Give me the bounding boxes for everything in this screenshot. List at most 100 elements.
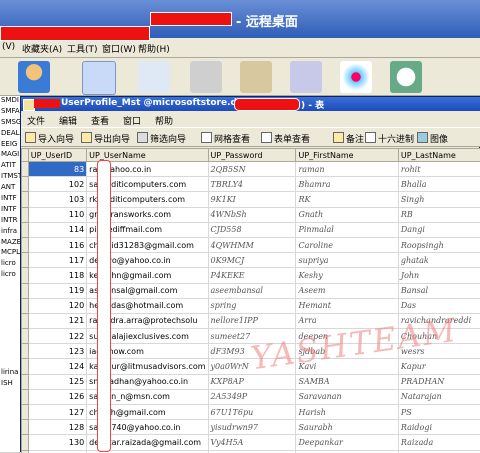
row-selector[interactable] <box>22 405 29 420</box>
cell-last-name[interactable]: PS <box>398 405 480 420</box>
cell-password[interactable]: 2A5349P <box>208 389 296 404</box>
tree-item[interactable] <box>0 314 21 325</box>
cell-password[interactable]: spring <box>208 298 296 313</box>
table-row[interactable]: 125sm@adhan@yahoo.co.inKXP8APSAMBAPRADHA… <box>22 374 480 389</box>
tree-item[interactable] <box>0 292 21 303</box>
menu-edit[interactable]: 编辑 <box>59 114 77 127</box>
cell-password[interactable]: 0K9MCJ <box>208 253 296 268</box>
cell-last-name[interactable]: Das <box>398 298 480 313</box>
menu-favorites[interactable]: 收藏夹(A) <box>22 42 62 55</box>
cell-password[interactable]: 4WNbSh <box>208 207 296 222</box>
table-row[interactable]: 127ch@sh@gmail.com67U1T6puHarishPS <box>22 405 480 420</box>
menu-view[interactable]: (V) <box>2 42 15 52</box>
cell-user-id[interactable]: 116 <box>28 237 86 252</box>
table-row[interactable]: 102sa@aditicomputers.comTBRLY4BhamraBhal… <box>22 177 480 192</box>
report-icon[interactable] <box>240 61 272 93</box>
tree-item[interactable]: DEAL <box>0 129 21 140</box>
row-selector[interactable] <box>22 420 29 435</box>
cell-user-id[interactable]: 130 <box>28 435 86 450</box>
row-selector[interactable] <box>22 237 29 252</box>
cell-user-id[interactable]: 127 <box>28 405 86 420</box>
tree-item[interactable] <box>0 357 21 368</box>
cell-password[interactable]: 9K1KI <box>208 192 296 207</box>
view-icon[interactable] <box>138 61 170 93</box>
tree-item[interactable] <box>0 336 21 347</box>
row-selector[interactable] <box>22 329 29 344</box>
menu-window[interactable]: 窗口(W) <box>102 42 136 55</box>
table-row[interactable]: 110gn@transworks.com4WNbShGnathRB <box>22 207 480 222</box>
row-selector[interactable] <box>22 162 29 177</box>
tree-item[interactable]: INTF <box>0 205 21 216</box>
cell-user-id[interactable]: 122 <box>28 329 86 344</box>
cell-last-name[interactable]: PRADHAN <box>398 374 480 389</box>
backup-icon[interactable] <box>290 61 322 93</box>
tree-item[interactable]: MCPL <box>0 248 21 259</box>
cell-password[interactable]: yisudrwn97 <box>208 420 296 435</box>
row-selector[interactable] <box>22 435 29 450</box>
tree-item[interactable]: INTF <box>0 194 21 205</box>
column-header[interactable]: UP_UserID <box>28 149 86 162</box>
table-row[interactable]: 83ra@yahoo.co.in2QB5SNramanrohit <box>22 162 480 177</box>
cell-first-name[interactable]: Pinmalal <box>296 222 398 237</box>
row-selector[interactable] <box>22 222 29 237</box>
cell-user-id[interactable]: 102 <box>28 177 86 192</box>
row-selector[interactable] <box>22 389 29 404</box>
table-row[interactable]: 114pi@rediffmail.comCJD558PinmalalDangi <box>22 222 480 237</box>
export-wizard-button[interactable]: 导出向导 <box>81 132 130 145</box>
cell-last-name[interactable]: Dangi <box>398 222 480 237</box>
schedule-icon[interactable] <box>390 61 422 93</box>
cell-user-id[interactable]: 125 <box>28 374 86 389</box>
menu-view[interactable]: 查看 <box>91 114 109 127</box>
cell-first-name[interactable]: Saurabh <box>296 420 398 435</box>
table-row[interactable]: 120he@_das@hotmail.comspringHemantDas <box>22 298 480 313</box>
cell-user-id[interactable]: 119 <box>28 283 86 298</box>
cell-last-name[interactable]: Roopsingh <box>398 237 480 252</box>
tree-item[interactable]: SMSG <box>0 118 21 129</box>
cell-first-name[interactable]: Hemant <box>296 298 398 313</box>
tree-item[interactable] <box>0 281 21 292</box>
tree-item[interactable] <box>0 346 21 357</box>
hex-button[interactable]: 十六进制 <box>365 132 414 145</box>
cell-user-id[interactable]: 124 <box>28 359 86 374</box>
tree-item[interactable]: SMDI <box>0 96 21 107</box>
row-selector[interactable] <box>22 192 29 207</box>
menu-file[interactable]: 文件 <box>27 114 45 127</box>
row-selector[interactable] <box>22 253 29 268</box>
tree-item[interactable]: ITMST <box>0 172 21 183</box>
cell-password[interactable]: aseembansal <box>208 283 296 298</box>
cell-last-name[interactable]: Bhalla <box>398 177 480 192</box>
tree-item[interactable]: EEIG <box>0 140 21 151</box>
import-wizard-button[interactable]: 导入向导 <box>25 132 74 145</box>
user-icon[interactable] <box>18 61 50 93</box>
tree-item[interactable] <box>0 303 21 314</box>
tree-item[interactable]: ATIT <box>0 161 21 172</box>
table-icon[interactable] <box>82 61 116 95</box>
menu-help[interactable]: 帮助(H) <box>138 42 170 55</box>
cell-first-name[interactable]: Aseem <box>296 283 398 298</box>
cell-password[interactable]: Vy4H5A <box>208 435 296 450</box>
cell-first-name[interactable]: Gnath <box>296 207 398 222</box>
cell-user-id[interactable]: 126 <box>28 389 86 404</box>
table-row[interactable]: 117de@yo@yahoo.co.in0K9MCJsupriyaghatak <box>22 253 480 268</box>
tree-item[interactable]: INTR <box>0 216 21 227</box>
model-icon[interactable] <box>340 61 372 93</box>
cell-user-id[interactable]: 121 <box>28 313 86 328</box>
cell-last-name[interactable]: Raizada <box>398 435 480 450</box>
column-header[interactable]: UP_Password <box>208 149 296 162</box>
cell-user-id[interactable]: 123 <box>28 344 86 359</box>
tree-item[interactable] <box>0 325 21 336</box>
table-row[interactable]: 126sa@an_n@msn.com2A5349PSaravananNatara… <box>22 389 480 404</box>
cell-first-name[interactable]: Harish <box>296 405 398 420</box>
cell-first-name[interactable]: RK <box>296 192 398 207</box>
menu-help[interactable]: 帮助 <box>155 114 173 127</box>
cell-user-id[interactable]: 128 <box>28 420 86 435</box>
row-selector[interactable] <box>22 313 29 328</box>
row-selector[interactable] <box>22 177 29 192</box>
table-row[interactable]: 119as@ansal@gmail.comaseembansalAseemBan… <box>22 283 480 298</box>
cell-password[interactable]: P4KEKE <box>208 268 296 283</box>
table-row[interactable]: 116ch@vid31283@gmail.com4QWHMMCarolineRo… <box>22 237 480 252</box>
tree-item[interactable]: licro <box>0 259 21 270</box>
tree-item[interactable]: ISH <box>0 379 21 390</box>
cell-last-name[interactable]: ghatak <box>398 253 480 268</box>
cell-first-name[interactable]: Keshy <box>296 268 398 283</box>
